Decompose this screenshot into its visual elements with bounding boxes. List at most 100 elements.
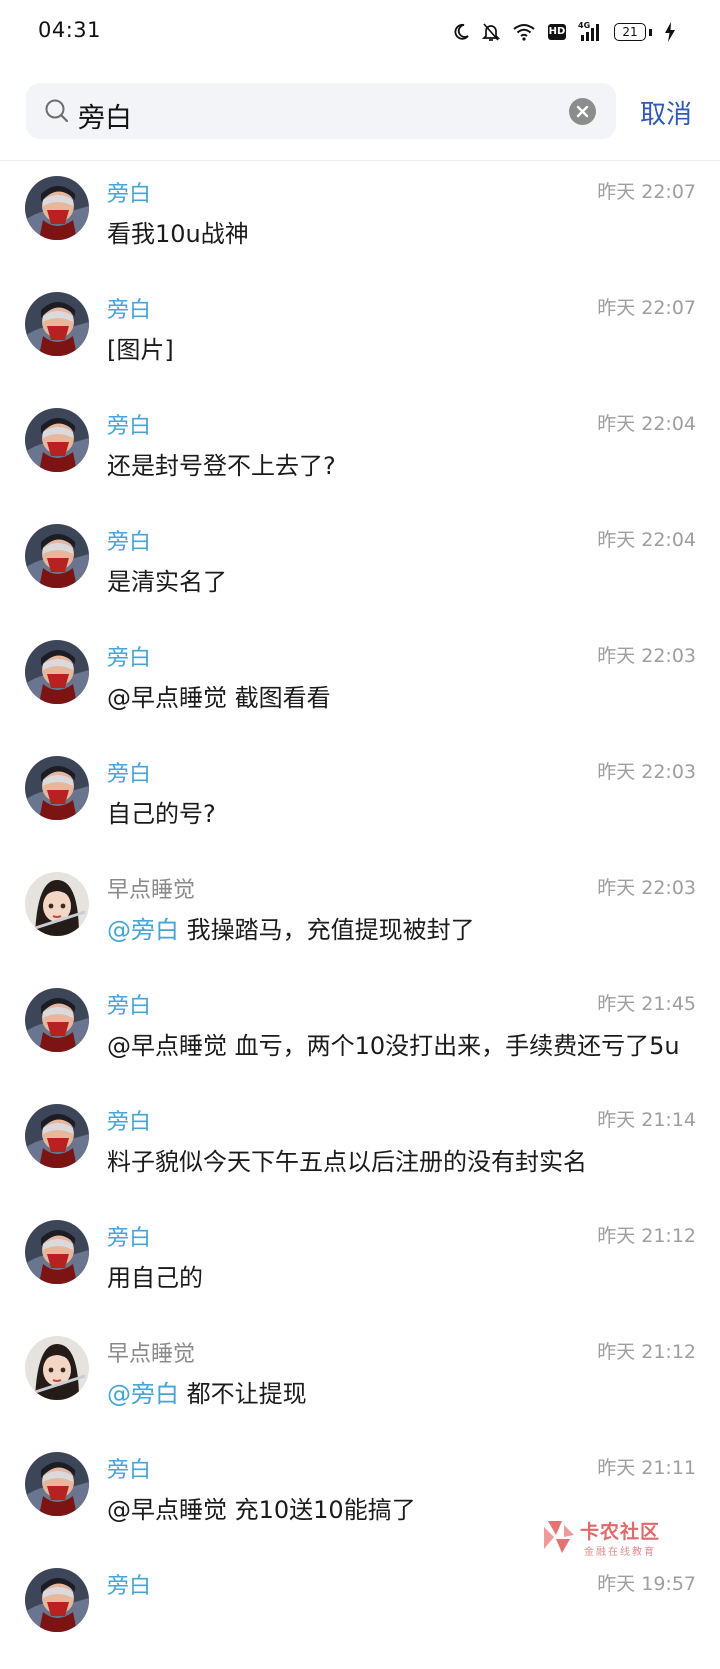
sender-name: 早点睡觉 [107,878,196,903]
message-text-body: 还是封号登不上去了? [107,452,336,480]
message-time: 昨天 22:04 [597,413,696,435]
message-text-body: [图片] [107,336,174,364]
message-text-body: 都不让提现 [179,1380,307,1408]
message-text-body: 我操踏马，充值提现被封了 [179,916,475,944]
avatar[interactable] [25,872,89,936]
avatar[interactable] [25,988,89,1052]
message-text-body: @早点睡觉 截图看看 [107,684,331,712]
avatar[interactable] [25,640,89,704]
sender-name: 早点睡觉 [107,1342,196,1367]
status-icons: HD 4G 21 [452,19,676,45]
sender-name: 旁白 [107,530,152,555]
cancel-button[interactable]: 取消 [640,94,692,131]
status-bar: 04:31 HD 4G 21 [0,0,720,64]
list-item[interactable]: 旁白 昨天 21:45 @早点睡觉 血亏，两个10没打出来，手续费还亏了5u [0,973,720,1089]
sender-name: 旁白 [107,1110,152,1135]
avatar[interactable] [25,176,89,240]
avatar[interactable] [25,1336,89,1400]
search-input[interactable]: 旁白 [26,83,616,139]
clear-search-button[interactable] [569,98,596,125]
message-text: @早点睡觉 血亏，两个10没打出来，手续费还亏了5u [107,1026,680,1061]
message-text: 自己的号? [107,794,216,829]
list-item[interactable]: 旁白 昨天 22:07 看我10u战神 [0,161,720,277]
message-text-body: 看我10u战神 [107,220,249,248]
message-time: 昨天 21:14 [597,1109,696,1131]
list-item[interactable]: 旁白 昨天 22:03 @早点睡觉 截图看看 [0,625,720,741]
message-results-list[interactable]: 旁白 昨天 22:07 看我10u战神 旁白 昨天 22:07 [图片] 旁白 昨天 22:0… [0,161,720,1669]
list-item[interactable]: 旁白 昨天 22:03 自己的号? [0,741,720,857]
message-text: 料子貌似今天下午五点以后注册的没有封实名 [107,1142,587,1177]
message-time: 昨天 21:45 [597,993,696,1015]
message-text-body: 是清实名了 [107,568,227,596]
message-text: 是清实名了 [107,562,227,597]
message-text-body: @早点睡觉 充10送10能搞了 [107,1496,416,1524]
list-item[interactable]: 旁白 昨天 22:04 还是封号登不上去了? [0,393,720,509]
message-time: 昨天 21:12 [597,1341,696,1363]
sender-name: 旁白 [107,182,152,207]
sender-name: 旁白 [107,1574,152,1599]
message-time: 昨天 22:07 [597,181,696,203]
message-text-body: 自己的号? [107,800,216,828]
message-time: 昨天 22:03 [597,877,696,899]
avatar[interactable] [25,1568,89,1632]
avatar[interactable] [25,524,89,588]
sender-name: 旁白 [107,646,152,671]
avatar[interactable] [25,408,89,472]
wifi-icon [512,23,536,41]
list-item[interactable]: 旁白 昨天 21:14 料子貌似今天下午五点以后注册的没有封实名 [0,1089,720,1205]
message-time: 昨天 19:57 [597,1573,696,1595]
message-time: 昨天 22:04 [597,529,696,551]
message-text: @早点睡觉 截图看看 [107,678,331,713]
avatar[interactable] [25,1104,89,1168]
watermark-title: 卡农社区 [580,1521,661,1543]
message-text-body: 料子貌似今天下午五点以后注册的没有封实名 [107,1148,587,1176]
message-text-body: 用自己的 [107,1264,203,1292]
sender-name: 旁白 [107,298,152,323]
message-text-body: @早点睡觉 血亏，两个10没打出来，手续费还亏了5u [107,1032,680,1060]
signal-4g-icon: 4G [578,21,602,43]
moon-icon [452,23,470,41]
search-query[interactable]: 旁白 [78,96,132,135]
list-item[interactable]: 旁白 昨天 19:57 [0,1553,720,1669]
message-text: 还是封号登不上去了? [107,446,336,481]
avatar[interactable] [25,1452,89,1516]
watermark-subtitle: 金融在线教育 [584,1547,656,1558]
bell-off-icon [482,22,500,42]
sender-name: 旁白 [107,994,152,1019]
avatar[interactable] [25,756,89,820]
message-text: @旁白 我操踏马，充值提现被封了 [107,910,475,945]
sender-name: 旁白 [107,1458,152,1483]
list-item[interactable]: 早点睡觉 昨天 21:12 @旁白 都不让提现 [0,1321,720,1437]
list-item[interactable]: 早点睡觉 昨天 22:03 @旁白 我操踏马，充值提现被封了 [0,857,720,973]
battery-level: 21 [614,23,646,41]
search-icon [44,98,70,128]
mention-link[interactable]: @旁白 [107,916,179,944]
avatar[interactable] [25,292,89,356]
charging-icon [664,22,676,42]
message-text: 用自己的 [107,1258,203,1293]
list-item[interactable]: 旁白 昨天 21:12 用自己的 [0,1205,720,1321]
message-text: @旁白 都不让提现 [107,1374,307,1409]
message-text: 看我10u战神 [107,214,249,249]
message-time: 昨天 21:11 [597,1457,696,1479]
mention-link[interactable]: @旁白 [107,1380,179,1408]
message-time: 昨天 22:03 [597,761,696,783]
battery-icon: 21 [614,23,652,41]
sender-name: 旁白 [107,414,152,439]
avatar[interactable] [25,1220,89,1284]
search-row: 旁白 取消 [0,80,720,142]
message-time: 昨天 22:07 [597,297,696,319]
list-item[interactable]: 旁白 昨天 22:04 是清实名了 [0,509,720,625]
message-time: 昨天 21:12 [597,1225,696,1247]
watermark-logo-icon [540,1517,576,1561]
sender-name: 旁白 [107,1226,152,1251]
list-item[interactable]: 旁白 昨天 22:07 [图片] [0,277,720,393]
message-text: @早点睡觉 充10送10能搞了 [107,1490,416,1525]
hd-icon: HD [548,24,566,40]
sender-name: 旁白 [107,762,152,787]
message-time: 昨天 22:03 [597,645,696,667]
status-time: 04:31 [38,18,102,42]
message-text: [图片] [107,330,174,365]
watermark: 卡农社区 金融在线教育 [540,1515,700,1565]
close-icon [576,105,589,118]
